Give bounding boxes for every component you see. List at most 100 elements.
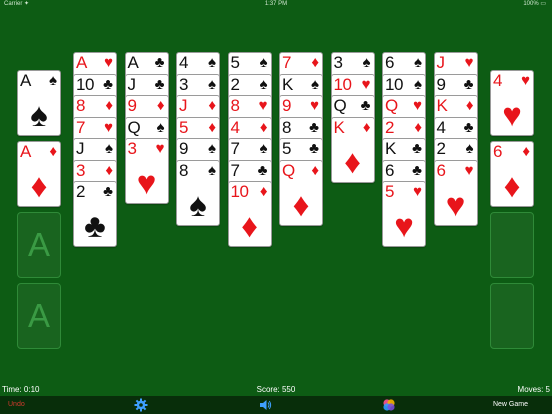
card-center-suit-icon: ♥ (136, 164, 157, 201)
card-rank: Q (127, 117, 141, 137)
card-suit-icon: ♦ (208, 118, 216, 136)
card-center-suit-icon: ♣ (84, 207, 106, 244)
card-suit-icon: ♣ (103, 75, 113, 93)
card-suit-icon: ♣ (412, 140, 422, 157)
card-suit-icon: ♠ (259, 140, 268, 157)
card-center-suit-icon: ♦ (241, 207, 258, 244)
card-rank: Q (385, 96, 398, 115)
card-rank: K (436, 96, 448, 115)
card-suit-icon: ♦ (156, 97, 165, 114)
card-suit-icon: ♦ (208, 97, 216, 114)
status-bar: Carrier ✦ 1:37 PM 100% ▭ (0, 0, 552, 9)
card-suit-icon: ♣ (463, 118, 474, 136)
card-rank: 4 (436, 117, 446, 137)
card-suit-icon: ♥ (464, 161, 474, 179)
card-rank: J (127, 74, 137, 94)
gear-icon[interactable] (134, 398, 148, 412)
card-rank: 9 (282, 96, 291, 115)
card-center-suit-icon: ♥ (445, 185, 466, 223)
tableau-card[interactable]: 3 ♥ ♥ (124, 138, 169, 204)
card-suit-icon: ♥ (310, 97, 319, 114)
card-suit-icon: ♠ (414, 75, 422, 93)
moves-count: Moves: 5 (517, 385, 550, 394)
card-rank: 4 (230, 117, 240, 137)
card-suit-icon: ♦ (259, 118, 268, 136)
card-suit-icon: ♠ (208, 54, 216, 71)
free-cell-card[interactable]: A ♠ ♠ (17, 70, 61, 136)
clock: 1:37 PM (264, 1, 288, 7)
card-rank: K (282, 74, 293, 94)
card-suit-icon: ♥ (104, 54, 113, 71)
card-center-suit-icon: ♦ (292, 185, 310, 223)
card-center-suit-icon: ♥ (394, 207, 414, 244)
card-suit-icon: ♣ (257, 161, 268, 179)
free-cell-empty[interactable]: A (17, 212, 61, 278)
card-rank: 6 (436, 160, 446, 180)
card-rank: 9 (436, 74, 446, 94)
foundation-empty[interactable] (490, 283, 534, 349)
card-suit-icon: ♠ (311, 75, 319, 93)
card-rank: J (76, 139, 85, 158)
speaker-icon[interactable] (258, 398, 272, 412)
game-center-icon[interactable] (382, 398, 396, 412)
card-center-suit-icon: ♦ (30, 167, 48, 204)
score: Score: 550 (256, 385, 296, 394)
tableau-card[interactable]: K ♦♦ (330, 116, 375, 183)
card-rank: 8 (230, 96, 240, 115)
card-rank: 7 (76, 117, 85, 137)
card-center-suit-icon: ♠ (189, 185, 207, 223)
card-rank: 2 (76, 182, 85, 201)
tableau-card[interactable]: 2 ♣ ♣ (73, 181, 117, 247)
card-suit-icon: ♥ (413, 183, 422, 200)
card-suit-icon: ♣ (103, 183, 113, 200)
card-rank: 2 (436, 139, 446, 158)
card-rank: 9 (179, 139, 188, 158)
card-suit-icon: ♦ (259, 183, 268, 200)
card-suit-icon: ♥ (361, 75, 371, 93)
foundation-card[interactable]: 4 ♥ ♥ (490, 70, 534, 136)
card-rank: 5 (230, 53, 240, 72)
foundation-empty[interactable] (490, 212, 534, 278)
card-rank: J (179, 96, 188, 115)
tableau-card[interactable]: 8 ♠ ♠ (176, 159, 220, 226)
card-rank: 8 (179, 160, 188, 180)
card-rank: A (127, 53, 139, 72)
new-game-button[interactable]: New Game (493, 396, 528, 414)
card-suit-icon: ♠ (156, 118, 165, 136)
card-rank: K (333, 117, 345, 137)
card-suit-icon: ♣ (463, 75, 474, 93)
card-rank: 7 (282, 53, 291, 72)
card-rank: 4 (179, 53, 188, 72)
card-rank: 5 (179, 117, 188, 137)
card-rank: A (20, 71, 31, 90)
ace-placeholder-icon: A (27, 297, 50, 334)
free-cell-card[interactable]: A ♦ ♦ (17, 141, 61, 207)
tableau-card[interactable]: Q ♦ ♦ (279, 159, 323, 226)
tableau-card[interactable]: 6 ♥ ♥ (433, 159, 478, 226)
card-suit-icon: ♦ (414, 118, 422, 136)
card-suit-icon: ♦ (522, 143, 530, 160)
card-rank: 2 (230, 74, 240, 94)
tableau-card[interactable]: 5 ♥ ♥ (382, 181, 426, 247)
card-rank: J (436, 53, 446, 72)
card-suit-icon: ♠ (208, 140, 216, 157)
card-suit-icon: ♦ (311, 54, 319, 71)
card-suit-icon: ♣ (412, 161, 422, 179)
card-suit-icon: ♠ (465, 140, 474, 157)
free-cell-empty[interactable]: A (17, 283, 61, 349)
card-suit-icon: ♥ (413, 97, 422, 114)
tableau-card[interactable]: 10 ♦ ♦ (227, 181, 272, 247)
card-suit-icon: ♦ (105, 161, 113, 179)
card-rank: 5 (385, 182, 394, 201)
card-center-suit-icon: ♠ (30, 96, 48, 133)
card-suit-icon: ♦ (105, 97, 113, 114)
card-suit-icon: ♣ (309, 118, 319, 136)
card-suit-icon: ♥ (104, 118, 113, 136)
card-suit-icon: ♦ (311, 161, 319, 179)
card-rank: 3 (333, 53, 343, 72)
card-suit-icon: ♣ (154, 75, 165, 93)
foundation-card[interactable]: 6 ♦ ♦ (490, 141, 534, 207)
card-center-suit-icon: ♦ (344, 142, 361, 180)
card-rank: 10 (333, 74, 352, 94)
undo-button[interactable]: Undo (8, 396, 25, 414)
